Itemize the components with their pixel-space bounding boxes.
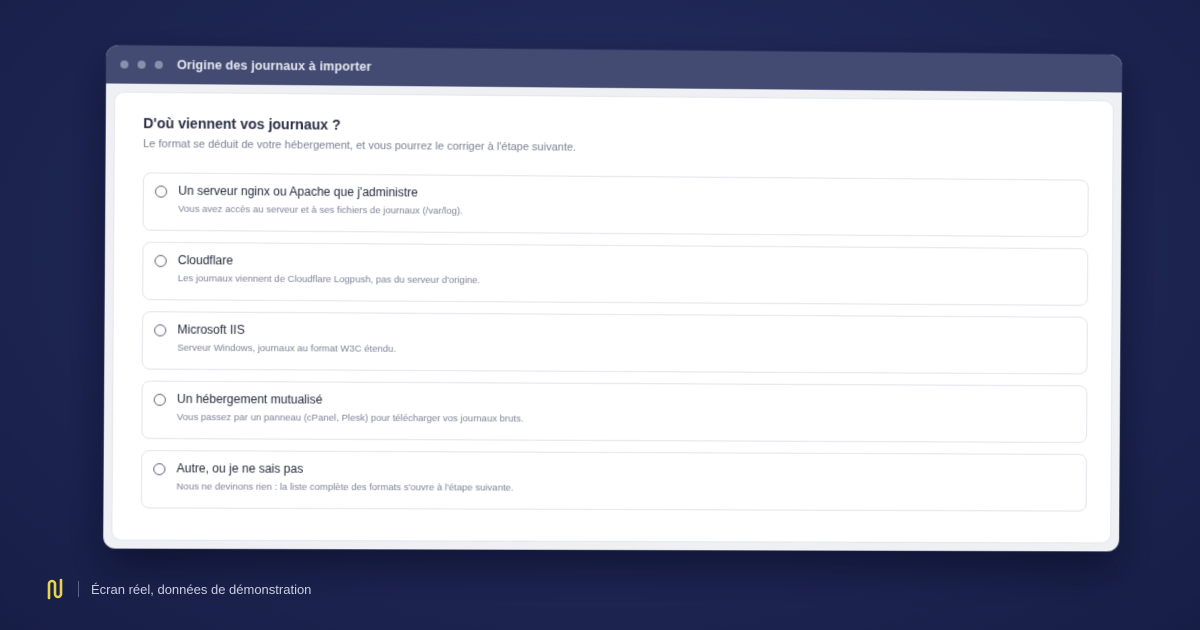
option-description: Nous ne devinons rien : la liste complèt… [176, 481, 514, 494]
maximize-window-dot[interactable] [154, 60, 163, 69]
stage: Origine des journaux à importer D'où vie… [0, 0, 1200, 630]
option-description: Vous avez accès au serveur et à ses fich… [178, 203, 463, 217]
option-microsoft-iis[interactable]: Microsoft IIS Serveur Windows, journaux … [141, 311, 1088, 375]
option-label: Cloudflare [177, 253, 234, 268]
option-description: Vous passez par un panneau (cPanel, Ples… [176, 411, 524, 425]
option-label: Microsoft IIS [177, 322, 245, 337]
option-label: Un hébergement mutualisé [176, 391, 323, 407]
option-cloudflare[interactable]: Cloudflare Les journaux viennent de Clou… [142, 241, 1089, 306]
radio-unchecked-icon[interactable] [153, 393, 166, 406]
option-shared-hosting[interactable]: Un hébergement mutualisé Vous passez par… [141, 380, 1088, 444]
option-other-unknown[interactable]: Autre, ou je ne sais pas Nous ne devinon… [140, 450, 1088, 512]
option-description: Les journaux viennent de Cloudflare Logp… [177, 273, 481, 287]
question-heading: D'où viennent vos journaux ? [143, 114, 341, 133]
brand-logo-icon [47, 578, 63, 600]
radio-unchecked-icon[interactable] [154, 324, 167, 337]
option-description: Serveur Windows, journaux au format W3C … [177, 342, 397, 355]
option-label: Autre, ou je ne sais pas [176, 461, 304, 476]
radio-unchecked-icon[interactable] [154, 254, 167, 268]
footer-caption: Écran réel, données de démonstration [91, 581, 312, 597]
options-list: Un serveur nginx ou Apache que j'adminis… [140, 172, 1089, 512]
close-window-dot[interactable] [120, 60, 129, 69]
app-window: Origine des journaux à importer D'où vie… [103, 45, 1123, 552]
radio-unchecked-icon[interactable] [154, 185, 168, 198]
window-title: Origine des journaux à importer [176, 57, 372, 74]
option-label: Un serveur nginx ou Apache que j'adminis… [178, 183, 418, 200]
option-nginx-apache[interactable]: Un serveur nginx ou Apache que j'adminis… [142, 172, 1089, 238]
radio-unchecked-icon[interactable] [153, 463, 166, 476]
question-hint: Le format se déduit de votre hébergement… [143, 138, 577, 154]
minimize-window-dot[interactable] [137, 60, 146, 69]
window-controls [120, 60, 163, 69]
window-titlebar: Origine des journaux à importer [106, 45, 1123, 93]
footer: Écran réel, données de démonstration [46, 578, 311, 600]
footer-divider [78, 581, 79, 597]
form-panel: D'où viennent vos journaux ? Le format s… [111, 91, 1114, 544]
